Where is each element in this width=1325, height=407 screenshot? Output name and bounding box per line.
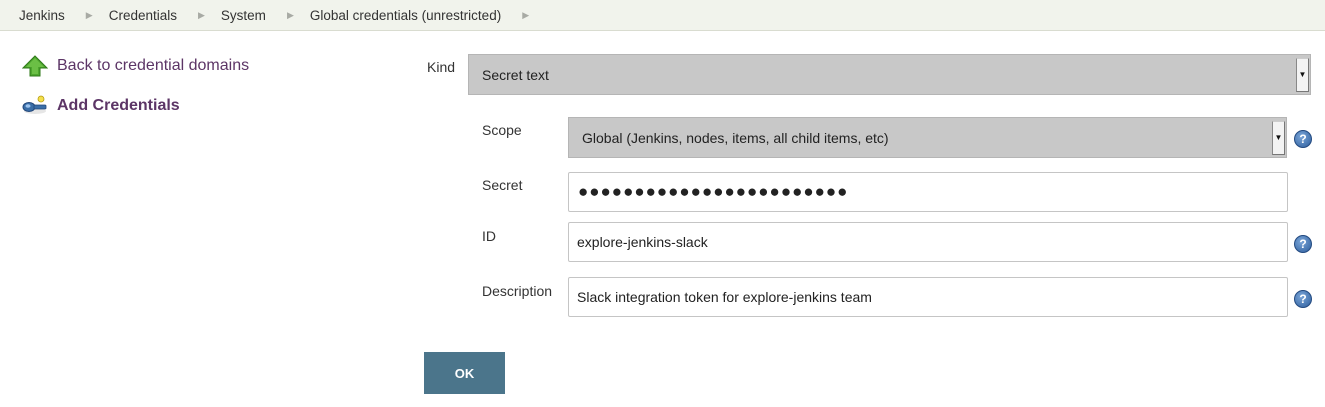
breadcrumb-item-system[interactable]: System ▶ — [201, 8, 294, 23]
sidebar-item-back-to-credential-domains[interactable]: Back to credential domains — [21, 55, 249, 77]
kind-select-value: Secret text — [482, 66, 549, 83]
chevron-down-icon[interactable]: ▼ — [1272, 120, 1285, 155]
sidebar-item-label[interactable]: Back to credential domains — [57, 57, 249, 75]
scope-label: Scope — [482, 122, 522, 138]
id-label: ID — [482, 228, 496, 244]
id-field[interactable]: explore-jenkins-slack — [568, 222, 1288, 262]
scope-help-icon[interactable]: ? — [1294, 130, 1312, 148]
description-field-value: Slack integration token for explore-jenk… — [577, 289, 872, 305]
chevron-down-icon[interactable]: ▼ — [1296, 57, 1309, 92]
secret-field[interactable]: ●●●●●●●●●●●●●●●●●●●●●●●● — [568, 172, 1288, 212]
breadcrumb-label[interactable]: System — [221, 8, 266, 23]
breadcrumb-item-jenkins[interactable]: Jenkins ▶ — [0, 8, 93, 23]
description-help-icon[interactable]: ? — [1294, 290, 1312, 308]
breadcrumb-label[interactable]: Global credentials (unrestricted) — [310, 8, 501, 23]
scope-select[interactable]: Global (Jenkins, nodes, items, all child… — [568, 117, 1287, 158]
secret-label: Secret — [482, 177, 523, 193]
up-arrow-icon — [21, 55, 49, 77]
breadcrumb-label[interactable]: Jenkins — [19, 8, 65, 23]
id-help-icon[interactable]: ? — [1294, 235, 1312, 253]
id-field-value: explore-jenkins-slack — [577, 234, 708, 250]
breadcrumb: Jenkins ▶ Credentials ▶ System ▶ Global … — [0, 0, 1325, 31]
kind-select[interactable]: Secret text ▼ — [468, 54, 1311, 95]
secret-field-value: ●●●●●●●●●●●●●●●●●●●●●●●● — [578, 182, 849, 201]
scope-select-value: Global (Jenkins, nodes, items, all child… — [582, 129, 889, 146]
breadcrumb-separator-icon[interactable]: ▶ — [522, 10, 529, 21]
breadcrumb-item-credentials[interactable]: Credentials ▶ — [89, 8, 205, 23]
sidebar-item-label[interactable]: Add Credentials — [57, 97, 180, 115]
sidebar-item-add-credentials[interactable]: Add Credentials — [22, 95, 180, 117]
ok-button[interactable]: OK — [424, 352, 505, 394]
key-icon — [22, 95, 48, 117]
description-label: Description — [482, 283, 553, 299]
breadcrumb-label[interactable]: Credentials — [109, 8, 177, 23]
description-field[interactable]: Slack integration token for explore-jenk… — [568, 277, 1288, 317]
kind-label: Kind — [427, 59, 456, 75]
breadcrumb-item-global-credentials[interactable]: Global credentials (unrestricted) ▶ — [290, 8, 529, 23]
